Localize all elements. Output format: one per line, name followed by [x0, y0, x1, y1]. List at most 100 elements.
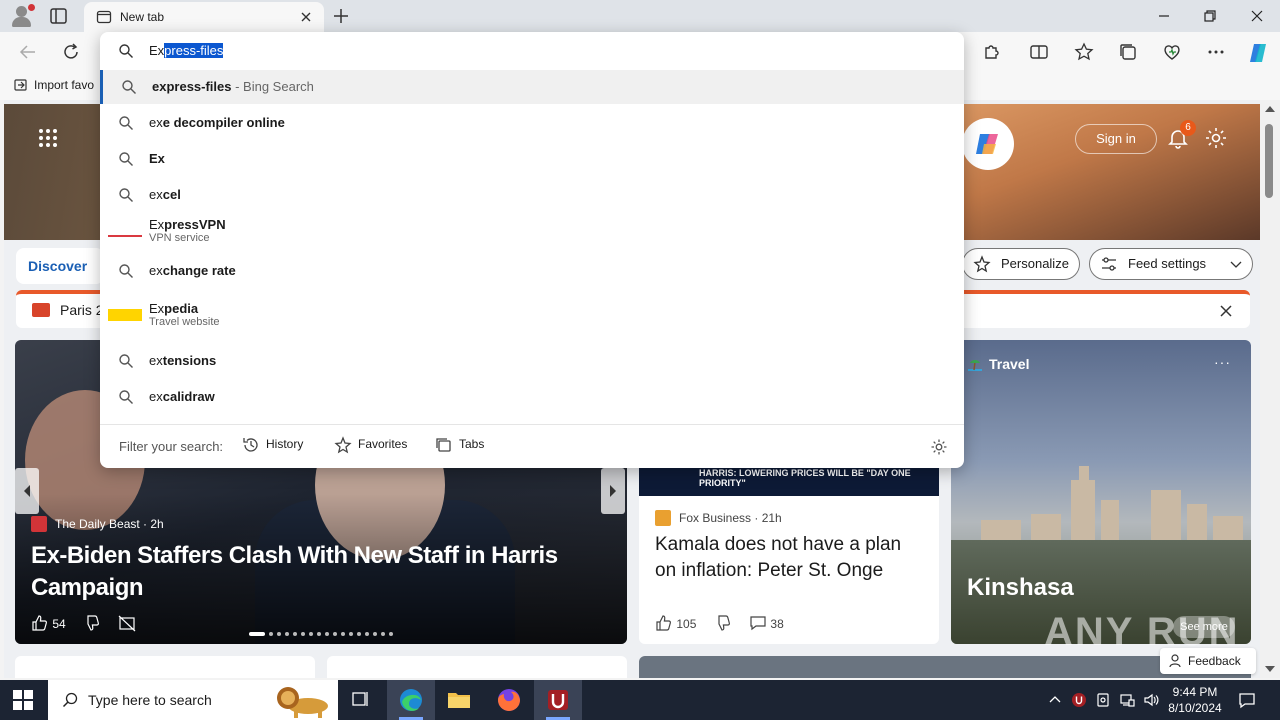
- personalize-button[interactable]: Personalize: [962, 248, 1080, 280]
- main-story-age: 2h: [150, 517, 164, 531]
- suggestion-item[interactable]: excalidraw: [100, 380, 964, 414]
- suggestion-item[interactable]: excel: [100, 178, 964, 212]
- fox-story-headline[interactable]: Kamala does not have a plan on inflation…: [655, 532, 925, 584]
- like-icon[interactable]: [31, 614, 49, 632]
- feed-settings-label: Feed settings: [1128, 256, 1207, 271]
- scroll-up-icon[interactable]: [1265, 106, 1275, 112]
- tab-discover[interactable]: Discover: [16, 248, 104, 284]
- carousel-prev-icon[interactable]: [15, 468, 39, 514]
- refresh-icon[interactable]: [60, 41, 82, 63]
- feed-settings-button[interactable]: Feed settings: [1089, 248, 1253, 280]
- show-hidden-icons-icon[interactable]: [1047, 692, 1063, 708]
- suggestion-text: excalidraw: [149, 389, 215, 404]
- extensions-icon[interactable]: [980, 41, 1002, 63]
- comment-icon[interactable]: [749, 614, 767, 632]
- browser-essentials-icon[interactable]: [1161, 41, 1183, 63]
- tab-strip: New tab: [0, 0, 1280, 32]
- main-story-headline[interactable]: Ex-Biden Staffers Clash With New Staff i…: [31, 540, 591, 604]
- star-icon: [334, 436, 352, 454]
- copilot-button[interactable]: [962, 118, 1014, 170]
- copilot-icon[interactable]: [1246, 41, 1268, 63]
- suggestion-item[interactable]: extensions: [100, 344, 964, 378]
- new-tab-button[interactable]: [330, 5, 352, 27]
- security-app-icon[interactable]: [534, 680, 582, 720]
- suggestion-item[interactable]: Ex: [100, 142, 964, 176]
- scroll-down-icon[interactable]: [1265, 666, 1275, 672]
- taskbar-clock[interactable]: 9:44 PM 8/10/2024: [1166, 684, 1224, 716]
- minimize-icon[interactable]: [1154, 6, 1174, 26]
- app-launcher-icon[interactable]: [38, 128, 58, 148]
- dislike-icon[interactable]: [83, 614, 101, 632]
- suggestion-text: extensions: [149, 353, 217, 368]
- filter-history-button[interactable]: History: [242, 437, 304, 452]
- security-tray-icon[interactable]: [1071, 692, 1087, 708]
- close-window-icon[interactable]: [1247, 6, 1267, 26]
- taskbar-search-box[interactable]: Type here to search: [48, 680, 338, 720]
- search-icon: [118, 43, 134, 59]
- collections-icon[interactable]: [1117, 41, 1139, 63]
- suggestion-subtitle: Travel website: [149, 316, 220, 328]
- filter-history-label: History: [266, 437, 304, 451]
- more-menu-icon[interactable]: [1205, 41, 1227, 63]
- expressvpn-logo: [108, 225, 142, 237]
- edge-taskbar-icon[interactable]: [387, 680, 435, 720]
- carousel-indicator: [249, 623, 397, 641]
- lion-illustration-icon: [277, 687, 328, 718]
- import-favorites-button[interactable]: Import favo: [14, 78, 94, 92]
- tab-new-tab[interactable]: New tab: [84, 2, 324, 32]
- task-view-icon[interactable]: [336, 680, 384, 720]
- close-tab-icon[interactable]: [298, 9, 314, 25]
- main-story-publisher: The Daily Beast: [55, 517, 140, 531]
- device-tray-icon[interactable]: [1095, 692, 1111, 708]
- page-scrollbar[interactable]: [1260, 100, 1280, 678]
- clock-date: 8/10/2024: [1168, 701, 1222, 715]
- notification-center-icon[interactable]: [1238, 691, 1256, 709]
- filter-tabs-label: Tabs: [459, 437, 485, 451]
- carousel-next-icon[interactable]: [601, 468, 625, 514]
- split-screen-icon[interactable]: [1028, 41, 1050, 63]
- filter-favorites-button[interactable]: Favorites: [334, 436, 407, 454]
- favorites-icon[interactable]: [1073, 41, 1095, 63]
- product-card-peek[interactable]: [327, 656, 627, 678]
- like-icon[interactable]: [655, 614, 673, 632]
- search-icon: [118, 263, 134, 279]
- tab-actions-icon[interactable]: [48, 6, 70, 26]
- search-settings-gear-icon[interactable]: [930, 438, 948, 456]
- weather-card-peek[interactable]: [15, 656, 315, 678]
- suggestion-item[interactable]: exe decompiler online: [100, 106, 964, 140]
- close-banner-icon[interactable]: [1218, 303, 1234, 319]
- suggestion-text: exe decompiler online: [149, 115, 285, 130]
- suggestion-item[interactable]: express-files - Bing Search: [100, 70, 964, 104]
- feedback-button[interactable]: Feedback: [1160, 648, 1256, 674]
- suggestion-text: Ex: [149, 151, 165, 166]
- back-icon[interactable]: [17, 41, 39, 63]
- notification-count-badge: 6: [1180, 120, 1196, 136]
- address-bar-input[interactable]: Express-files: [100, 32, 964, 70]
- olympics-icon: [32, 303, 50, 317]
- firefox-icon[interactable]: [485, 680, 533, 720]
- dislike-icon[interactable]: [714, 614, 732, 632]
- file-explorer-icon[interactable]: [435, 680, 483, 720]
- notifications-icon[interactable]: 6: [1166, 120, 1196, 150]
- volume-icon[interactable]: [1143, 692, 1159, 708]
- profile-icon[interactable]: [10, 4, 35, 28]
- travel-card[interactable]: Travel ··· Kinshasa See more: [951, 340, 1251, 644]
- scrollbar-thumb[interactable]: [1265, 124, 1273, 198]
- travel-more-icon[interactable]: ···: [1214, 354, 1231, 370]
- sign-in-button[interactable]: Sign in: [1075, 124, 1157, 154]
- banner-title: Paris 2: [60, 302, 104, 318]
- hide-story-icon[interactable]: [118, 614, 136, 632]
- filter-tabs-button[interactable]: Tabs: [435, 437, 485, 452]
- restore-icon[interactable]: [1200, 6, 1220, 26]
- travel-place[interactable]: Kinshasa: [967, 574, 1074, 602]
- page-settings-icon[interactable]: [1204, 126, 1228, 150]
- suggestion-text: express-files - Bing Search: [152, 79, 314, 94]
- start-windows-icon[interactable]: [13, 690, 33, 710]
- fox-ticker-text: HARRIS: LOWERING PRICES WILL BE "DAY ONE…: [699, 468, 911, 488]
- fox-business-logo: [655, 510, 671, 526]
- suggestion-item[interactable]: ExpressVPN VPN service: [100, 214, 964, 248]
- suggestion-item[interactable]: exchange rate: [100, 254, 964, 288]
- suggestion-item[interactable]: Expedia Travel website: [100, 298, 964, 332]
- main-story-actions: 54: [31, 614, 136, 632]
- network-icon[interactable]: [1119, 692, 1135, 708]
